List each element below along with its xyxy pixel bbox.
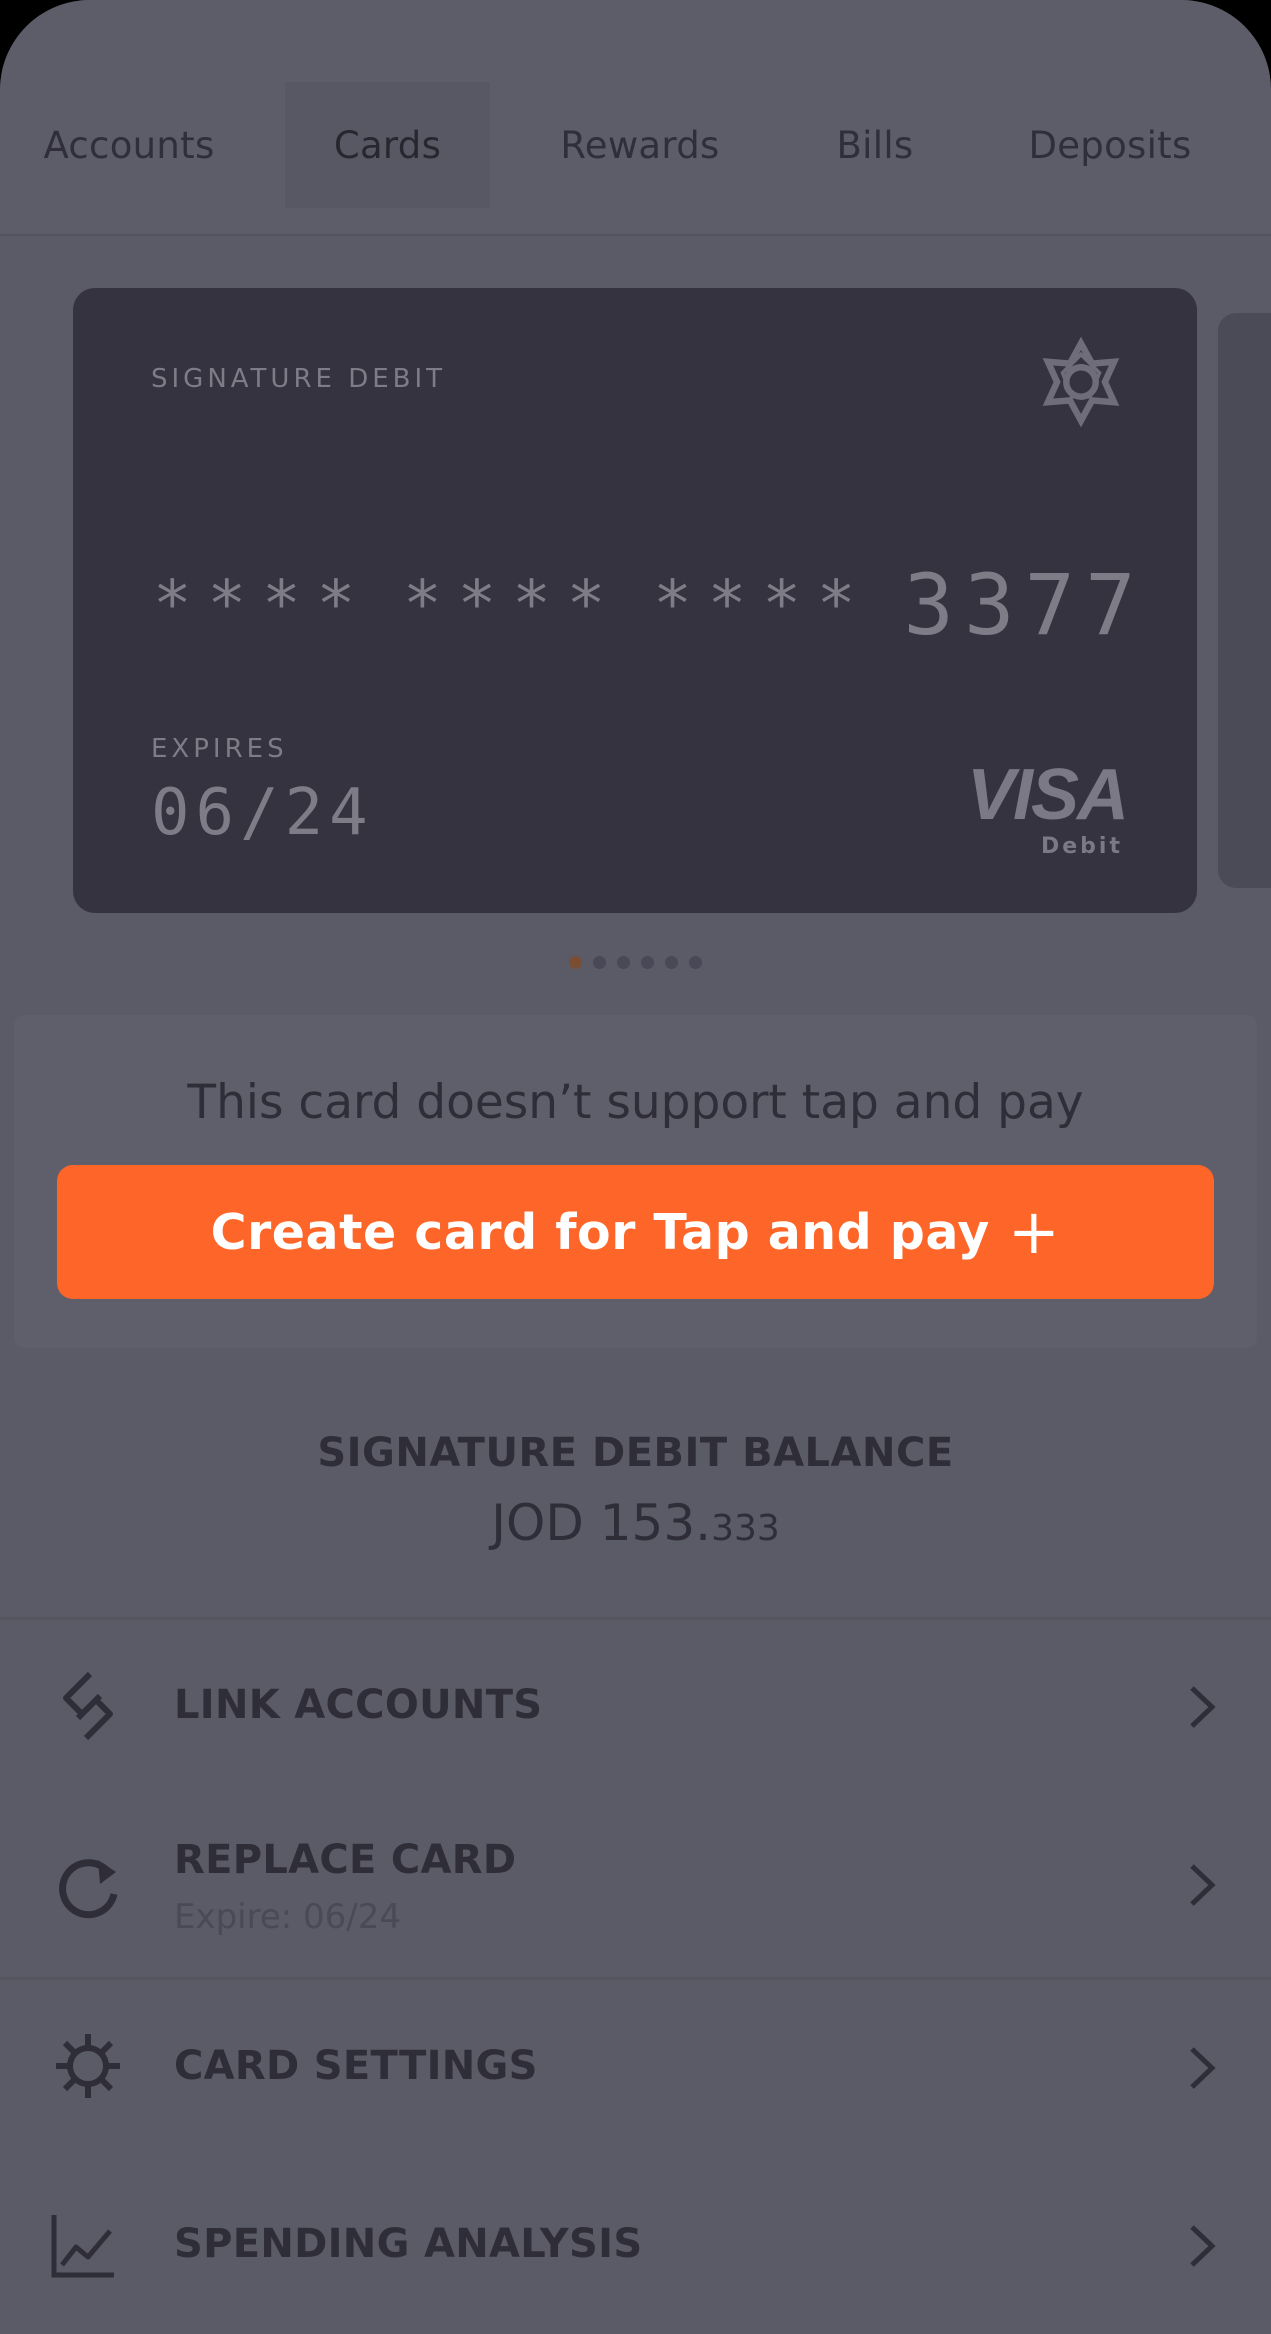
balance-currency: JOD bbox=[491, 1494, 584, 1552]
menu-replace-card[interactable]: REPLACE CARD Expire: 06/24 bbox=[0, 1793, 1271, 1977]
visa-debit-label: Debit bbox=[1041, 834, 1123, 859]
refresh-icon bbox=[59, 1859, 118, 1919]
create-tap-pay-card-button[interactable]: Create card for Tap and pay + bbox=[57, 1165, 1214, 1299]
masked-group: **** bbox=[653, 568, 872, 642]
chevron-right-icon bbox=[1190, 1864, 1216, 1906]
balance-integer: 153. bbox=[599, 1494, 712, 1552]
tap-pay-message: This card doesn’t support tap and pay bbox=[187, 1075, 1084, 1130]
tab-deposits[interactable]: Deposits bbox=[1010, 82, 1210, 208]
balance-amount: JOD 153.333 bbox=[0, 1494, 1271, 1552]
menu-card-settings[interactable]: CARD SETTINGS bbox=[0, 1980, 1271, 2155]
tab-bills[interactable]: Bills bbox=[805, 82, 945, 208]
carousel-dot[interactable] bbox=[641, 956, 654, 969]
menu-label: SPENDING ANALYSIS bbox=[174, 2221, 643, 2267]
menu-spending-analysis[interactable]: SPENDING ANALYSIS bbox=[0, 2155, 1271, 2334]
tab-cards[interactable]: Cards bbox=[285, 82, 490, 208]
expires-label: EXPIRES bbox=[151, 734, 288, 764]
tab-rewards[interactable]: Rewards bbox=[540, 82, 740, 208]
card-number: **** **** **** 3377 bbox=[153, 563, 1136, 647]
balance-decimal: 333 bbox=[711, 1508, 780, 1549]
visa-logo: VISA bbox=[966, 755, 1129, 835]
debit-card[interactable]: SIGNATURE DEBIT **** **** **** 3377 EXPI… bbox=[73, 288, 1197, 913]
chevron-right-icon bbox=[1190, 1686, 1216, 1728]
next-card-preview[interactable] bbox=[1218, 313, 1271, 888]
masked-group: **** bbox=[403, 568, 622, 642]
carousel-indicator bbox=[0, 956, 1271, 969]
tap-and-pay-panel: This card doesn’t support tap and pay Cr… bbox=[14, 1015, 1257, 1348]
card-type-label: SIGNATURE DEBIT bbox=[151, 364, 447, 394]
bank-flower-logo-icon bbox=[1042, 336, 1120, 428]
carousel-dot[interactable] bbox=[617, 956, 630, 969]
carousel-dot[interactable] bbox=[689, 956, 702, 969]
masked-group: **** bbox=[153, 568, 372, 642]
link-icon bbox=[63, 1671, 113, 1741]
menu-link-accounts[interactable]: LINK ACCOUNTS bbox=[0, 1620, 1271, 1793]
menu-sublabel: Expire: 06/24 bbox=[174, 1897, 402, 1937]
tab-bar: Accounts Cards Rewards Bills Deposits bbox=[0, 0, 1271, 236]
balance-title: SIGNATURE DEBIT BALANCE bbox=[317, 1430, 954, 1476]
chart-icon bbox=[51, 2215, 114, 2278]
carousel-dot[interactable] bbox=[665, 956, 678, 969]
plus-icon: + bbox=[1007, 1195, 1061, 1268]
gear-icon bbox=[56, 2034, 120, 2098]
carousel-dot[interactable] bbox=[569, 956, 582, 969]
chevron-right-icon bbox=[1190, 2225, 1216, 2267]
app-screen: Accounts Cards Rewards Bills Deposits SI… bbox=[0, 0, 1271, 2334]
chevron-right-icon bbox=[1190, 2047, 1216, 2089]
card-last4: 3377 bbox=[903, 556, 1146, 654]
create-card-label: Create card for Tap and pay bbox=[210, 1203, 990, 1261]
expires-value: 06/24 bbox=[151, 776, 374, 850]
menu-label: CARD SETTINGS bbox=[174, 2043, 538, 2089]
menu-label: LINK ACCOUNTS bbox=[174, 1682, 543, 1728]
tab-accounts[interactable]: Accounts bbox=[24, 82, 234, 208]
carousel-dot[interactable] bbox=[593, 956, 606, 969]
menu-label: REPLACE CARD bbox=[174, 1837, 517, 1883]
